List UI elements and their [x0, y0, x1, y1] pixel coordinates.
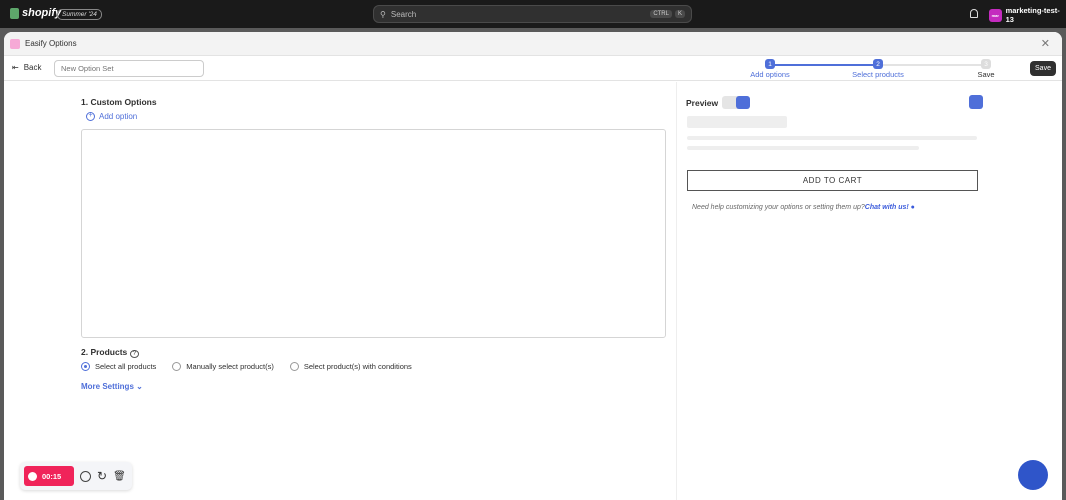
radio-label: Select product(s) with conditions	[303, 362, 412, 371]
radio-unchecked[interactable]	[172, 362, 182, 371]
app-icon	[10, 38, 20, 49]
close-icon[interactable]: ✕	[1041, 37, 1050, 50]
step-1-dot[interactable]: 1	[765, 59, 775, 69]
chat-link[interactable]: Chat with us!	[865, 204, 909, 211]
add-to-cart-button[interactable]: ADD TO CART	[687, 170, 978, 191]
stop-recording-button[interactable]: 00:15	[24, 466, 74, 486]
help-icon[interactable]: ?	[129, 350, 140, 358]
step-1-label[interactable]: Add options	[750, 70, 790, 79]
skeleton-line	[687, 146, 919, 150]
trash-icon[interactable]: 🗑	[113, 471, 126, 482]
step-3-dot[interactable]: 3	[981, 59, 991, 69]
radio-label: Select all products	[95, 362, 157, 371]
help-text: Need help customizing your options or se…	[692, 204, 915, 211]
search-icon: ⚲	[380, 9, 386, 19]
skeleton-title	[687, 116, 787, 128]
step-line-done	[770, 64, 878, 66]
products-heading: 2. Products ?	[81, 347, 140, 358]
chat-bubble-icon: ●	[910, 204, 915, 211]
bell-icon[interactable]	[970, 9, 978, 18]
add-option-button[interactable]: + Add option	[86, 112, 137, 121]
more-settings-toggle[interactable]: More Settings ⌄	[81, 382, 143, 391]
preview-heading: Preview	[686, 98, 719, 108]
kbd-ctrl: CTRL	[650, 10, 672, 18]
save-button[interactable]: Save	[1030, 61, 1056, 76]
store-menu[interactable]: mar marketing-test-13	[989, 6, 1066, 24]
step-2-dot[interactable]: 2	[873, 59, 883, 69]
app-modal: Easify Options ✕ ⇤ Back 1 Add options 2 S…	[4, 32, 1062, 500]
stop-icon	[28, 471, 37, 481]
screen-recorder: 00:15 ↻ 🗑	[20, 462, 132, 490]
recording-time: 00:15	[42, 471, 62, 481]
stepper: 1 Add options 2 Select products 3 Save	[744, 59, 995, 79]
search-placeholder: Search	[390, 9, 417, 19]
option-set-name-input[interactable]	[54, 60, 204, 77]
back-button[interactable]: ⇤ Back	[12, 63, 42, 72]
plus-circle-icon: +	[86, 112, 95, 121]
step-2-label[interactable]: Select products	[852, 70, 904, 79]
kbd-k: K	[674, 10, 685, 18]
modal-header: Easify Options	[4, 32, 1062, 56]
custom-options-heading: 1. Custom Options	[81, 97, 157, 107]
radio-unchecked[interactable]	[289, 362, 299, 371]
radio-manual[interactable]: Manually select product(s)	[172, 362, 274, 371]
shopify-bag-icon	[10, 7, 19, 19]
device-toggle[interactable]	[722, 96, 750, 109]
help-message: Need help customizing your options or se…	[692, 204, 865, 211]
column-divider	[676, 82, 677, 500]
chat-widget-button[interactable]	[1018, 460, 1048, 490]
back-label: Back	[23, 63, 42, 72]
add-option-label: Add option	[99, 112, 138, 121]
skeleton-line	[687, 136, 977, 140]
modal-title: Easify Options	[25, 39, 77, 48]
pause-icon[interactable]	[80, 470, 91, 482]
radio-checked[interactable]	[81, 362, 90, 371]
top-bar: shopify Summer '24 ⚲ Search CTRL K mar marke…	[0, 0, 1066, 28]
desktop-icon[interactable]	[736, 96, 750, 109]
search-bar[interactable]: ⚲ Search CTRL K	[373, 5, 692, 23]
back-icon: ⇤	[12, 63, 19, 72]
shopify-logo[interactable]: shopify	[10, 7, 61, 19]
product-selection-radios: Select all products Manually select prod…	[81, 362, 412, 371]
more-settings-label: More Settings	[81, 382, 134, 391]
products-heading-text: 2. Products	[81, 347, 128, 357]
radio-conditions[interactable]: Select product(s) with conditions	[289, 362, 412, 371]
step-line-pending	[878, 64, 986, 66]
store-name: marketing-test-13	[1005, 6, 1060, 24]
expand-icon[interactable]	[969, 95, 983, 109]
chevron-down-icon: ⌄	[136, 382, 143, 391]
radio-select-all[interactable]: Select all products	[81, 362, 156, 371]
brand-text: shopify	[22, 7, 62, 19]
toolbar: ⇤ Back 1 Add options 2 Select products 3 …	[4, 56, 1062, 81]
edition-badge: Summer '24	[57, 9, 102, 20]
restart-icon[interactable]: ↻	[97, 469, 107, 483]
avatar: mar	[989, 8, 1002, 22]
radio-label: Manually select product(s)	[186, 362, 274, 371]
options-area	[81, 129, 666, 338]
step-3-label[interactable]: Save	[977, 70, 994, 79]
